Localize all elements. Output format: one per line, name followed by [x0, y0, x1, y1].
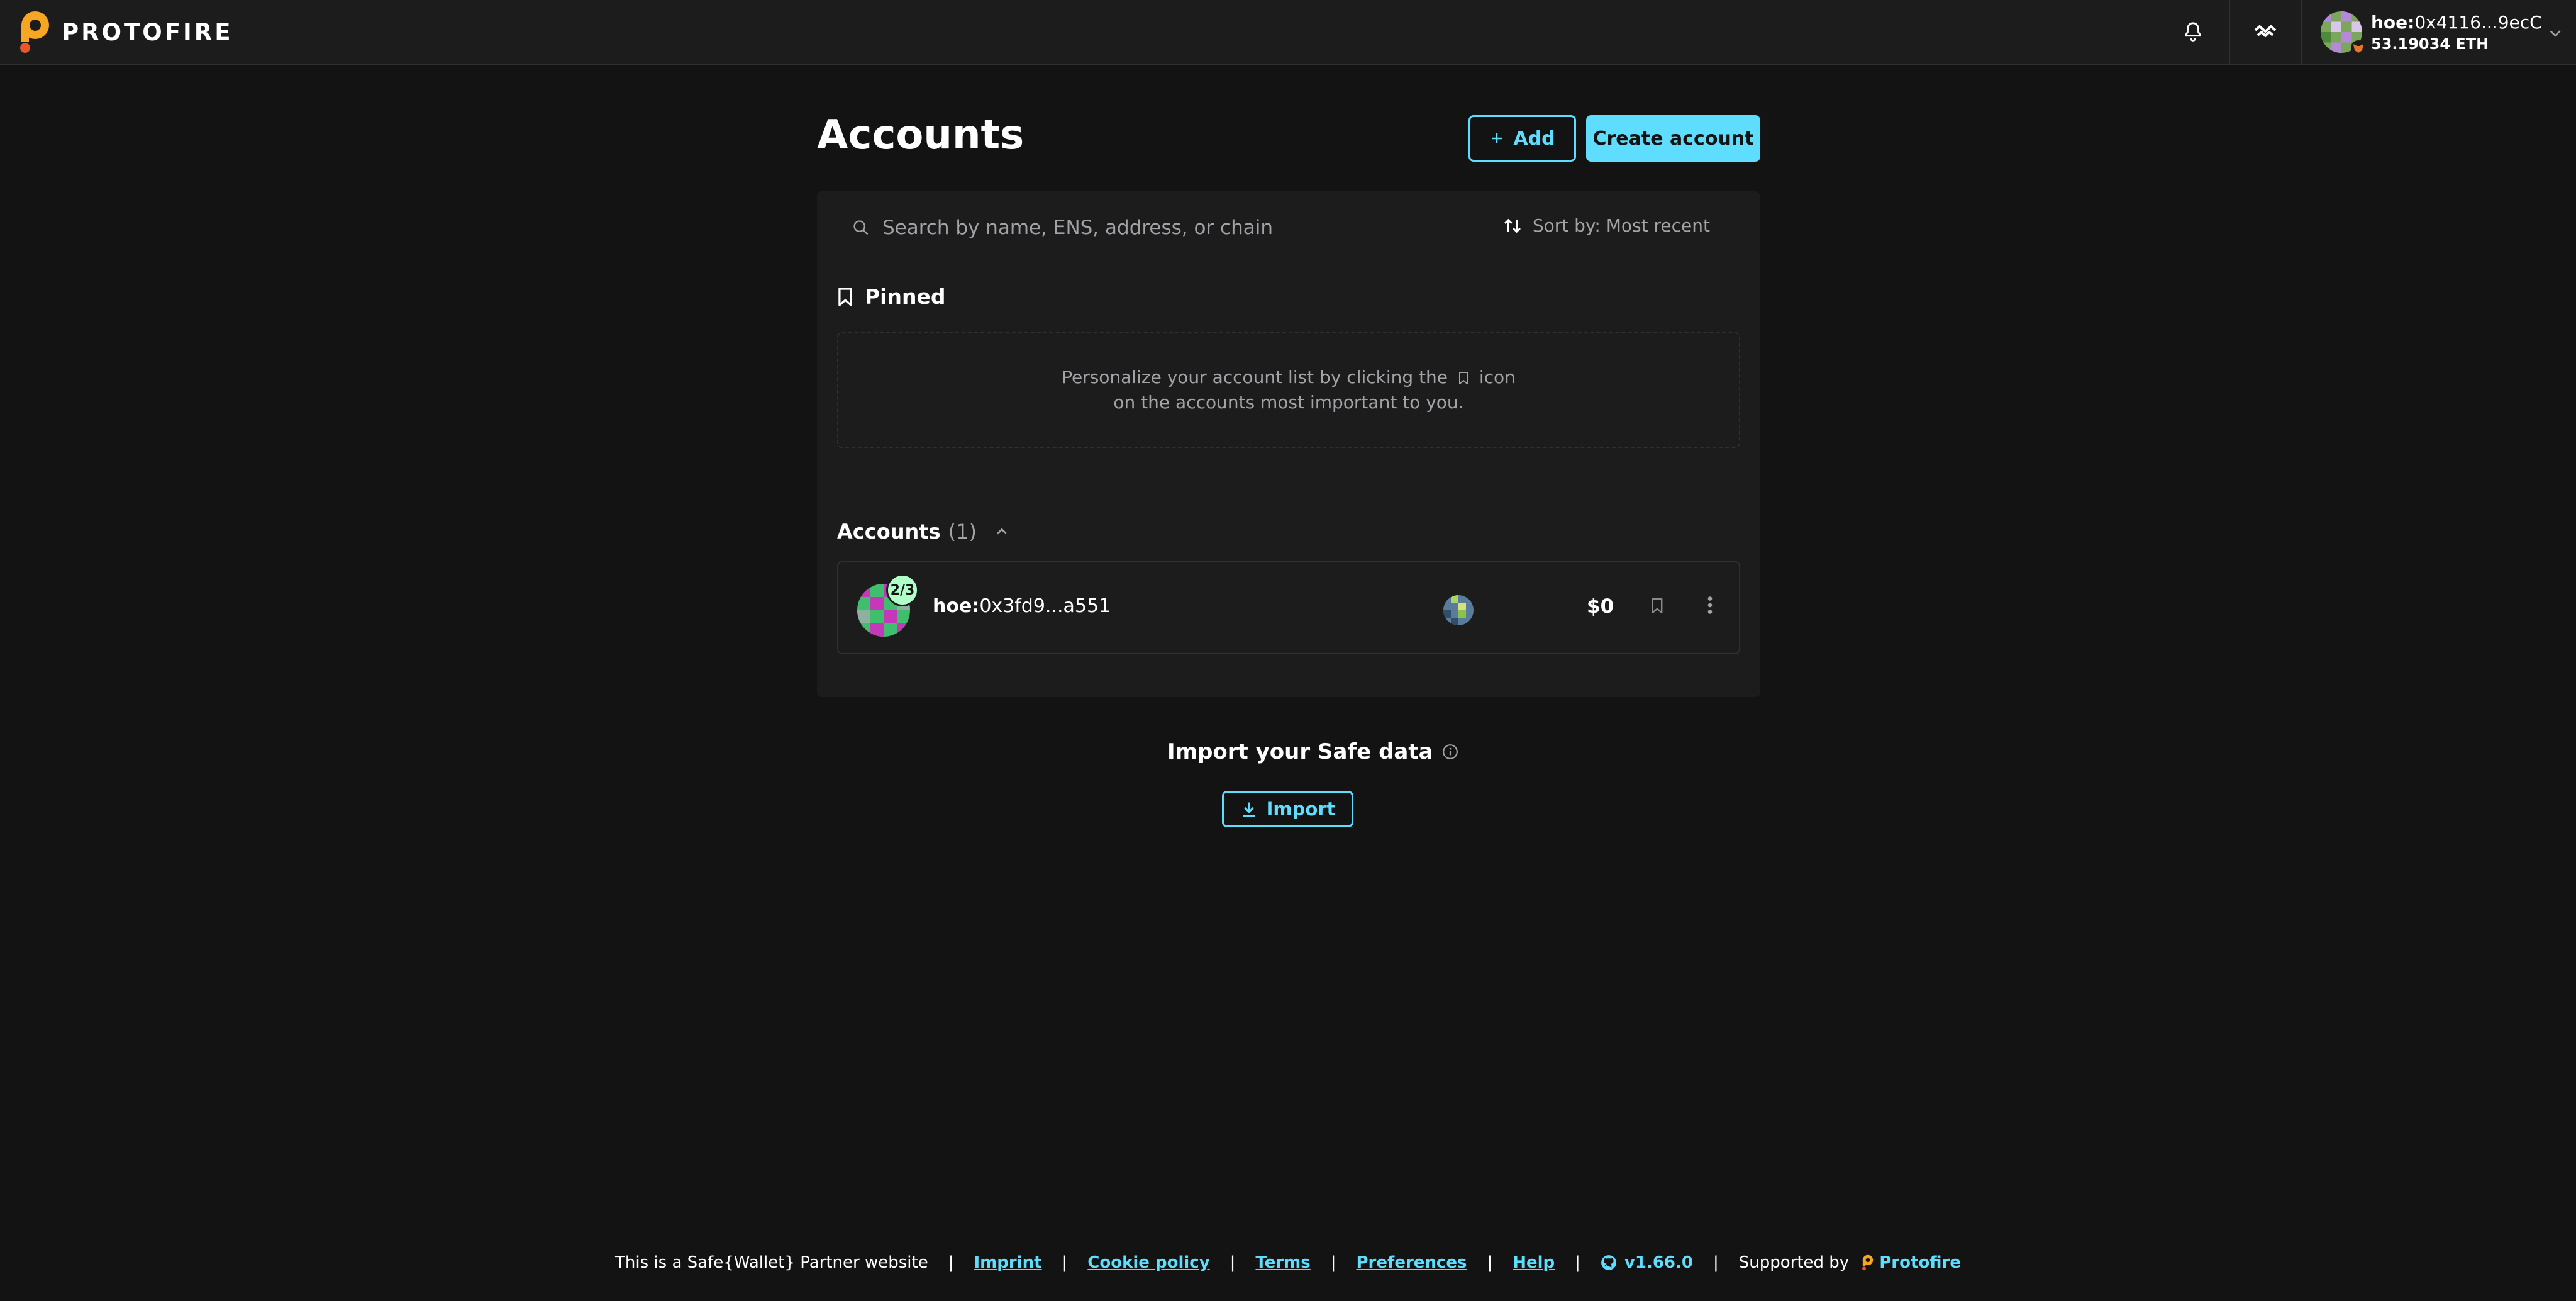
- bell-icon: [2185, 22, 2201, 42]
- create-account-button[interactable]: Create account: [1586, 115, 1760, 162]
- brand-logo[interactable]: PROTOFIRE: [19, 10, 233, 54]
- footer-separator: |: [1062, 1253, 1068, 1272]
- chevron-down-icon[interactable]: [2546, 24, 2565, 43]
- brand-name: PROTOFIRE: [62, 18, 233, 46]
- terms-link[interactable]: Terms: [1255, 1253, 1310, 1272]
- sort-button[interactable]: Sort by: Most recent: [1502, 215, 1710, 236]
- walletconnect-button[interactable]: [2229, 0, 2301, 64]
- info-icon[interactable]: [1442, 744, 1458, 760]
- footer-separator: |: [1230, 1253, 1236, 1272]
- search-icon: [853, 220, 869, 235]
- wallet-avatar: [2321, 11, 2366, 55]
- search-bar: Sort by: Most recent: [817, 191, 1760, 264]
- help-link[interactable]: Help: [1513, 1253, 1555, 1272]
- download-icon: [1243, 802, 1255, 817]
- pinned-empty-state: Personalize your account list by clickin…: [837, 332, 1740, 448]
- protofire-logo-icon: [20, 11, 49, 53]
- page-title: Accounts: [817, 112, 1024, 159]
- bookmark-icon: [1458, 372, 1468, 384]
- wallet-address: hoe:0x4116...9ecC: [2371, 11, 2542, 33]
- preferences-link[interactable]: Preferences: [1357, 1253, 1467, 1272]
- add-button[interactable]: Add: [1468, 115, 1576, 162]
- chevron-up-icon: [996, 528, 1007, 535]
- connected-wallet[interactable]: hoe:0x4116...9ecC 53.19034 ETH: [2301, 0, 2576, 64]
- import-button[interactable]: Import: [1222, 791, 1353, 827]
- sort-arrows-icon: [1504, 218, 1521, 233]
- account-balance: $0: [1587, 595, 1614, 618]
- footer-separator: |: [948, 1253, 954, 1272]
- footer-separator: |: [1330, 1253, 1336, 1272]
- protofire-logo-icon: [1862, 1254, 1874, 1271]
- footer-separator: |: [1575, 1253, 1580, 1272]
- accounts-panel: Sort by: Most recent Pinned Personalize …: [817, 191, 1760, 697]
- cookie-policy-link[interactable]: Cookie policy: [1087, 1253, 1209, 1272]
- metamask-icon: [2351, 40, 2366, 55]
- supported-by-text: Supported by: [1738, 1253, 1850, 1272]
- top-bar: PROTOFIRE hoe:0x4116...9ecC 53.19034 ETH: [0, 0, 2576, 65]
- imprint-link[interactable]: Imprint: [974, 1253, 1041, 1272]
- import-heading: Import your Safe data: [1167, 739, 1458, 764]
- wallet-balance: 53.19034 ETH: [2371, 35, 2489, 53]
- pinned-heading: Pinned: [837, 284, 946, 309]
- plus-icon: [1492, 133, 1502, 143]
- accounts-section-toggle[interactable]: Accounts (1): [837, 520, 1011, 544]
- search-input[interactable]: [882, 216, 1448, 239]
- notifications-button[interactable]: [2157, 0, 2229, 64]
- version-link[interactable]: v1.66.0: [1601, 1253, 1693, 1272]
- account-row[interactable]: 2/3 hoe:0x3fd9...a551 $0: [837, 561, 1740, 654]
- github-icon: [1601, 1255, 1616, 1270]
- pin-bookmark-icon[interactable]: [1650, 596, 1665, 615]
- more-options-icon[interactable]: [1699, 593, 1721, 618]
- footer: This is a Safe{Wallet} Partner website |…: [0, 1253, 2576, 1272]
- footer-separator: |: [1487, 1253, 1493, 1272]
- protofire-link[interactable]: Protofire: [1862, 1253, 1961, 1272]
- account-name: hoe:0x3fd9...a551: [933, 595, 1111, 617]
- accounts-count: (1): [948, 520, 977, 544]
- footer-separator: |: [1713, 1253, 1719, 1272]
- walletconnect-icon: [2254, 25, 2277, 37]
- partner-text: This is a Safe{Wallet} Partner website: [615, 1253, 928, 1272]
- chain-icon: [1443, 595, 1474, 625]
- bookmark-icon: [838, 287, 852, 306]
- threshold-badge: 2/3: [886, 574, 919, 606]
